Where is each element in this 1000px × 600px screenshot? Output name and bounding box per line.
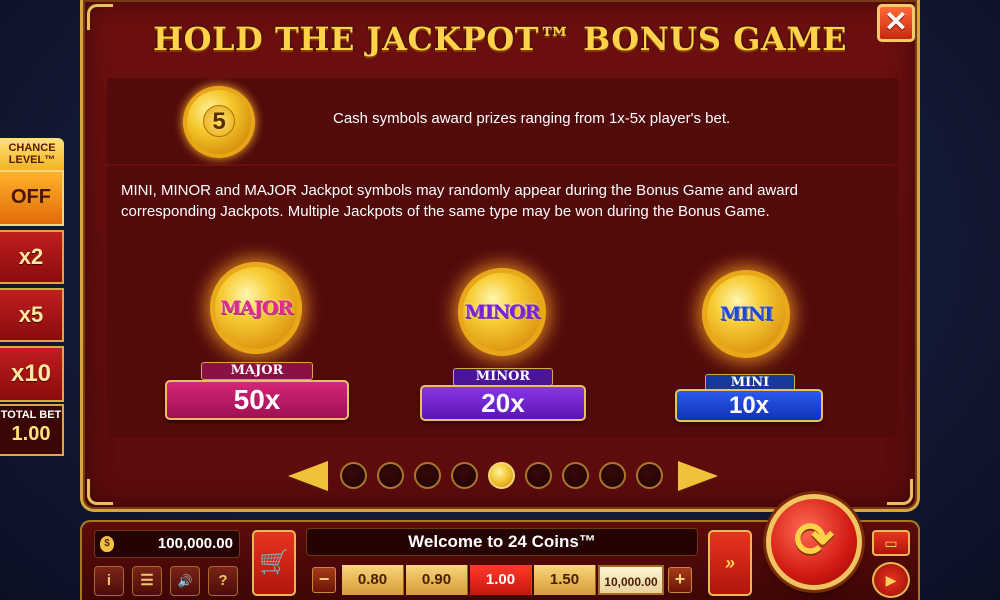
exit-icon: ▭ (884, 535, 898, 551)
page-dot[interactable] (377, 462, 404, 489)
page-dot[interactable] (414, 462, 441, 489)
total-bet-value: 1.00 (11, 423, 51, 445)
major-coin-label: MAJOR (219, 297, 293, 319)
bet-option[interactable]: 0.80 (342, 565, 404, 595)
jackpot-section: MINI, MINOR and MAJOR Jackpot symbols ma… (107, 166, 899, 438)
help-panel: HOLD THE JACKPOT™ BONUS GAME ✕ 5 Cash sy… (80, 0, 920, 512)
spin-button[interactable]: ⟳ (766, 494, 862, 590)
turbo-icon: » (724, 553, 735, 573)
page-navigator (288, 458, 718, 496)
spin-icon: ⟳ (793, 514, 835, 567)
balance-display: $ 100,000.00 (94, 530, 240, 558)
page-title: HOLD THE JACKPOT™ BONUS GAME (152, 20, 848, 58)
page-dot[interactable] (451, 462, 478, 489)
page-dot[interactable] (525, 462, 552, 489)
chance-x5-button[interactable]: x5 (0, 288, 64, 342)
bet-option-max[interactable]: 10,000.00 (598, 565, 664, 595)
total-bet-display: TOTAL BET 1.00 (0, 404, 64, 456)
cash-description: Cash symbols award prizes ranging from 1… (333, 110, 731, 127)
close-button[interactable]: ✕ (877, 4, 915, 42)
page-dot-active[interactable] (488, 462, 515, 489)
bet-increase-button[interactable]: + (668, 567, 692, 593)
chance-x10-button[interactable]: x10 (0, 346, 64, 402)
sound-icon: 🔊 (177, 574, 193, 588)
page-dot[interactable] (562, 462, 589, 489)
turbo-button[interactable]: » (708, 530, 752, 596)
bet-option[interactable]: 0.90 (406, 565, 468, 595)
major-tag: MAJOR (201, 362, 313, 380)
bet-selector: − 0.80 0.90 1.00 1.50 10,000.00 + (310, 564, 694, 596)
total-bet-label: TOTAL BET (0, 409, 62, 421)
autoplay-button[interactable]: ▶ (872, 562, 910, 598)
sound-button[interactable]: 🔊 (170, 566, 200, 596)
corner-ornament (87, 479, 113, 505)
menu-icon: ☰ (140, 572, 154, 589)
cash-coin-icon: 5 (183, 86, 255, 158)
money-bag-icon: $ (100, 536, 114, 552)
page-dot[interactable] (340, 462, 367, 489)
control-bar: $ 100,000.00 i ☰ 🔊 ? 🛒 Welcome to 24 Coi… (80, 494, 920, 600)
minor-value: 20x (420, 385, 586, 421)
mini-coin-icon: MINI (702, 270, 790, 358)
shop-button[interactable]: 🛒 (252, 530, 296, 596)
bet-option-selected[interactable]: 1.00 (470, 565, 532, 595)
page-dot[interactable] (599, 462, 626, 489)
info-icon: i (106, 572, 112, 589)
jackpot-description: MINI, MINOR and MAJOR Jackpot symbols ma… (121, 182, 798, 220)
bet-option[interactable]: 1.50 (534, 565, 596, 595)
mini-coin-label: MINI (719, 303, 773, 325)
exit-button[interactable]: ▭ (872, 530, 910, 556)
autoplay-icon: ▶ (885, 572, 897, 588)
next-page-arrow-icon[interactable] (678, 461, 718, 491)
cash-symbol-section: 5 Cash symbols award prizes ranging from… (107, 78, 899, 164)
page-dot[interactable] (636, 462, 663, 489)
info-button[interactable]: i (94, 566, 124, 596)
minor-coin-label: MINOR (464, 301, 541, 323)
close-icon: ✕ (884, 6, 908, 37)
message-bar: Welcome to 24 Coins™ (306, 528, 698, 556)
chance-x2-button[interactable]: x2 (0, 230, 64, 284)
major-coin-icon: MAJOR (210, 262, 302, 354)
bet-decrease-button[interactable]: − (312, 567, 336, 593)
page-dots (340, 462, 663, 489)
menu-button[interactable]: ☰ (132, 566, 162, 596)
cash-coin-value: 5 (203, 105, 235, 137)
prev-page-arrow-icon[interactable] (288, 461, 328, 491)
corner-ornament (887, 479, 913, 505)
help-icon: ? (218, 572, 228, 589)
chance-off-button[interactable]: OFF (0, 170, 64, 226)
cart-icon: 🛒 (259, 549, 289, 576)
help-button[interactable]: ? (208, 566, 238, 596)
mini-value: 10x (675, 389, 823, 422)
chance-level-label: CHANCE LEVEL™ (0, 138, 64, 170)
balance-value: 100,000.00 (157, 535, 233, 552)
major-value: 50x (165, 380, 349, 420)
minor-coin-icon: MINOR (458, 268, 546, 356)
minor-tag: MINOR (453, 368, 553, 386)
